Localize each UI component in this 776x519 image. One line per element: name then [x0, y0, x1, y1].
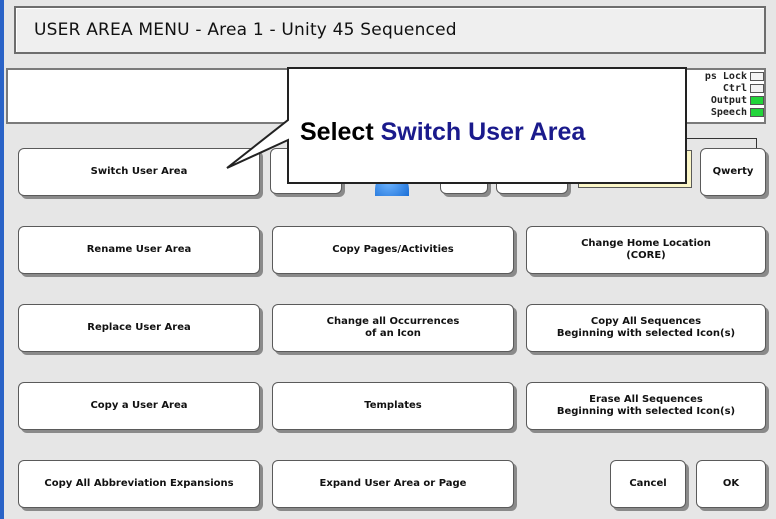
button-label: Templates [364, 400, 422, 411]
button-label: OK [722, 478, 740, 489]
message-display [6, 68, 766, 124]
indicator-label: ps Lock [704, 70, 747, 82]
button-label: Copy All Sequences Beginning with select… [556, 316, 736, 339]
button-label: Erase All Sequences Beginning with selec… [556, 394, 736, 417]
keyboard-field[interactable] [578, 150, 692, 188]
button-label: Switch User Area [90, 166, 188, 177]
button-label: Change all Occurrences of an Icon [326, 316, 460, 339]
hidden-button-2[interactable] [440, 148, 488, 194]
status-indicators: ps Lock Ctrl Output Speech [664, 70, 764, 118]
replace-user-area-button[interactable]: Replace User Area [18, 304, 260, 352]
change-home-location-button[interactable]: Change Home Location (CORE) [526, 226, 766, 274]
output-light [750, 95, 764, 105]
indicator-label: Speech [710, 106, 747, 118]
ctrl-light [750, 83, 764, 93]
copy-a-user-area-button[interactable]: Copy a User Area [18, 382, 260, 430]
caps-lock-light [750, 71, 764, 81]
button-label: Cancel [629, 478, 667, 489]
hidden-button-3[interactable] [496, 148, 568, 194]
keyboard-group-label: rd [660, 132, 677, 143]
button-label: Expand User Area or Page [319, 478, 467, 489]
indicator-speech: Speech [664, 106, 764, 118]
expand-user-area-or-page-button[interactable]: Expand User Area or Page [272, 460, 514, 508]
title-bar: USER AREA MENU - Area 1 - Unity 45 Seque… [14, 6, 766, 54]
button-label: Copy a User Area [90, 400, 188, 411]
rename-user-area-button[interactable]: Rename User Area [18, 226, 260, 274]
copy-pages-activities-button[interactable]: Copy Pages/Activities [272, 226, 514, 274]
erase-all-sequences-button[interactable]: Erase All Sequences Beginning with selec… [526, 382, 766, 430]
templates-button[interactable]: Templates [272, 382, 514, 430]
qwerty-button[interactable]: Qwerty [700, 148, 766, 196]
indicator-label: Ctrl [722, 82, 747, 94]
copy-all-abbreviation-expansions-button[interactable]: Copy All Abbreviation Expansions [18, 460, 260, 508]
button-label: Rename User Area [86, 244, 192, 255]
hidden-button-1[interactable] [270, 148, 342, 194]
ok-button[interactable]: OK [696, 460, 766, 508]
indicator-ctrl: Ctrl [664, 82, 764, 94]
button-label: Copy Pages/Activities [332, 244, 454, 255]
cancel-button[interactable]: Cancel [610, 460, 686, 508]
copy-all-sequences-button[interactable]: Copy All Sequences Beginning with select… [526, 304, 766, 352]
speech-light [750, 107, 764, 117]
window-title: USER AREA MENU - Area 1 - Unity 45 Seque… [34, 20, 457, 40]
indicator-caps-lock: ps Lock [664, 70, 764, 82]
button-label: Replace User Area [87, 322, 191, 333]
change-all-occurrences-button[interactable]: Change all Occurrences of an Icon [272, 304, 514, 352]
button-label: Change Home Location (CORE) [581, 238, 711, 261]
indicator-label: Output [710, 94, 747, 106]
button-label: Qwerty [712, 166, 754, 177]
switch-user-area-button[interactable]: Switch User Area [18, 148, 260, 196]
button-label: Copy All Abbreviation Expansions [44, 478, 234, 489]
indicator-output: Output [664, 94, 764, 106]
